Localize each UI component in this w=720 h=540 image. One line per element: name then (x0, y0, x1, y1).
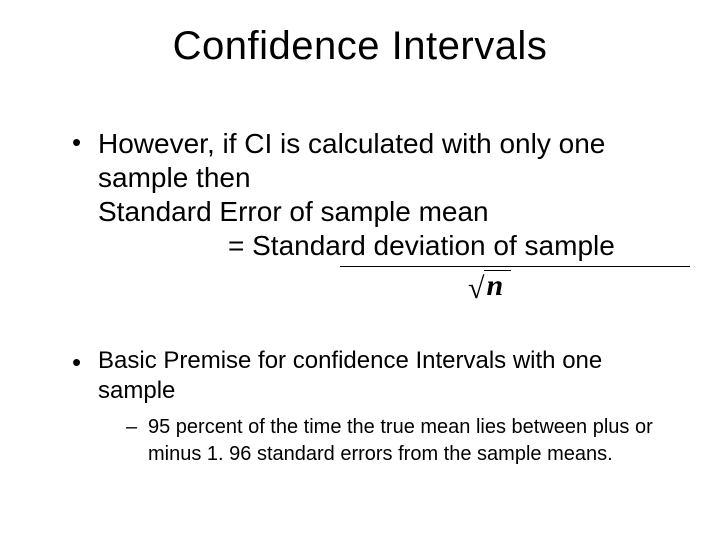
bullet-item-1: However, if CI is calculated with only o… (72, 127, 660, 312)
second-block: Basic Premise for confidence Intervals w… (72, 346, 660, 468)
fraction-bar (340, 266, 690, 267)
slide: Confidence Intervals However, if CI is c… (0, 0, 720, 540)
square-root: √n (468, 270, 511, 308)
slide-title: Confidence Intervals (0, 0, 720, 69)
bullet1-line1: However, if CI is calculated with only o… (98, 127, 660, 195)
formula: √n (98, 266, 660, 312)
sub-bullet-text: 95 percent of the time the true mean lie… (148, 416, 653, 465)
bullet-item-2: Basic Premise for confidence Intervals w… (72, 346, 660, 468)
bullet1-line2: Standard Error of sample mean (98, 195, 660, 229)
slide-body: However, if CI is calculated with only o… (0, 127, 720, 468)
bullet1-equation-numerator: = Standard deviation of sample (98, 229, 660, 263)
bullet-list-2: Basic Premise for confidence Intervals w… (72, 346, 660, 468)
radical-icon: √ (468, 271, 484, 308)
sub-bullet-list: 95 percent of the time the true mean lie… (98, 414, 660, 468)
radicand: n (484, 270, 511, 301)
sub-bullet-item: 95 percent of the time the true mean lie… (126, 414, 660, 468)
bullet-list: However, if CI is calculated with only o… (72, 127, 660, 312)
bullet2-text: Basic Premise for confidence Intervals w… (98, 347, 602, 404)
